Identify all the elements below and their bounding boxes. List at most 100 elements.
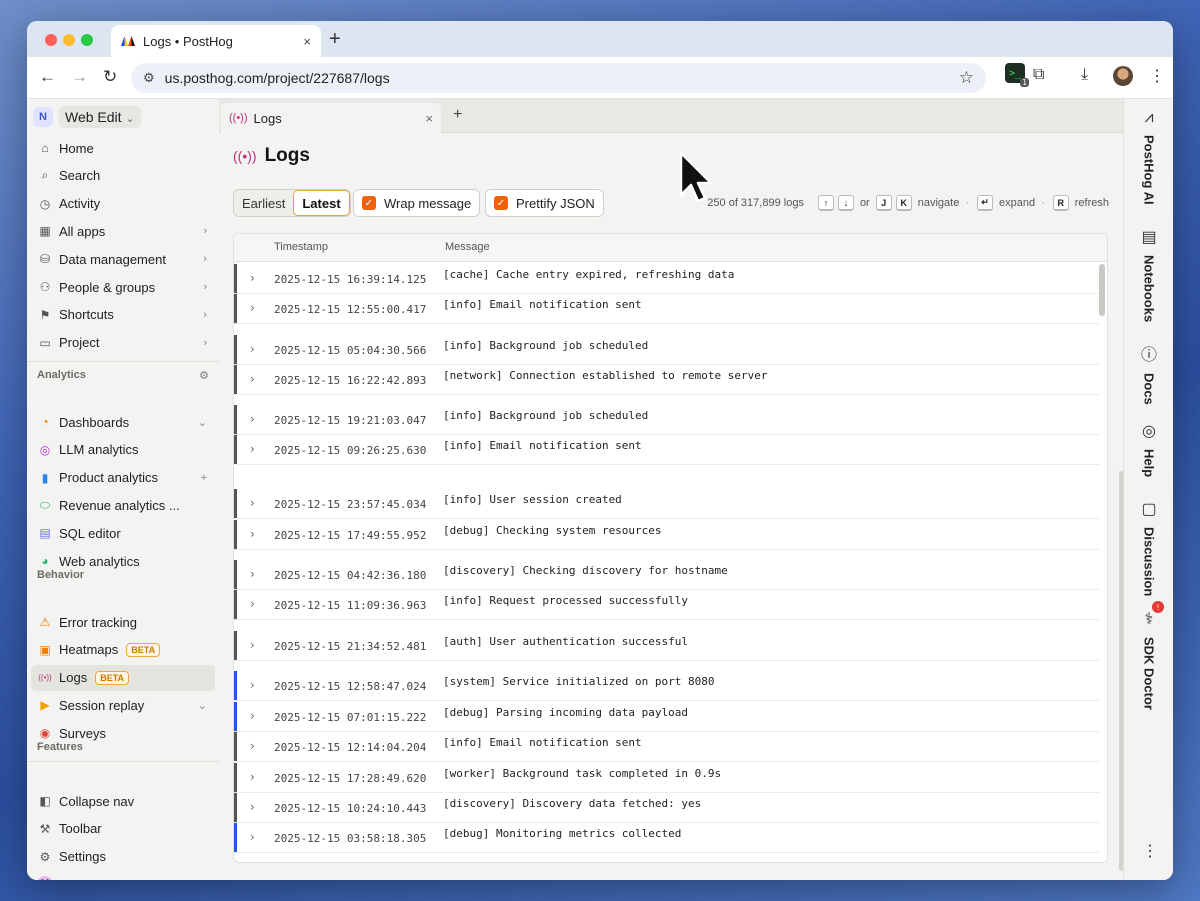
site-settings-icon[interactable]: ⚙ xyxy=(143,70,155,86)
scene-tab-close-icon[interactable]: × xyxy=(425,111,433,126)
table-row[interactable]: › 2025-12-15 16:39:14.125 [cache] Cache en… xyxy=(234,264,1100,294)
chevron-icon[interactable]: ⌄ xyxy=(198,699,207,712)
nav-item-matt[interactable]: M Matt › xyxy=(31,871,215,880)
rightbar-item-posthog-ai[interactable]: ⩘ PostHog AI xyxy=(1124,109,1173,205)
reload-button[interactable]: ↻ xyxy=(103,67,117,87)
table-scrollbar[interactable] xyxy=(1099,264,1105,316)
expand-chevron-icon[interactable]: › xyxy=(250,342,255,356)
extensions-puzzle-icon[interactable]: ⧉ xyxy=(1033,66,1044,84)
nav-item-shortcuts[interactable]: ⚑ Shortcuts › xyxy=(31,302,215,328)
expand-chevron-icon[interactable]: › xyxy=(250,301,255,315)
nav-item-settings[interactable]: ⚙ Settings xyxy=(31,844,215,870)
expand-chevron-icon[interactable]: › xyxy=(250,709,255,723)
nav-item-dashboards[interactable]: ◔ Dashboards ⌄ xyxy=(31,409,215,435)
expand-chevron-icon[interactable]: › xyxy=(250,638,255,652)
add-icon[interactable]: + xyxy=(201,472,207,484)
forward-button[interactable]: → xyxy=(71,67,88,87)
table-row[interactable]: › 2025-12-15 19:21:03.047 [info] Backgroun… xyxy=(234,405,1100,435)
browser-tab-close-icon[interactable]: × xyxy=(303,34,311,49)
nav-item-home[interactable]: ⌂ Home xyxy=(31,135,215,161)
nav-item-project[interactable]: ▭ Project › xyxy=(31,330,215,356)
chevron-icon[interactable]: ⌄ xyxy=(198,416,207,429)
nav-item-search[interactable]: ⌕ Search xyxy=(31,163,215,189)
nav-item-people-groups[interactable]: ⚇ People & groups › xyxy=(31,274,215,300)
address-bar[interactable]: ⚙ us.posthog.com/project/227687/logs ☆ xyxy=(131,63,986,93)
nav-item-heatmaps[interactable]: ▣ Heatmaps BETA xyxy=(31,637,215,663)
table-row[interactable]: › 2025-12-15 11:09:36.963 [info] Request p… xyxy=(234,590,1100,620)
browser-menu-icon[interactable]: ⋮ xyxy=(1149,66,1165,86)
more-icon[interactable]: ⋮ xyxy=(1142,841,1158,861)
expand-chevron-icon[interactable]: › xyxy=(250,770,255,784)
table-row[interactable]: › 2025-12-15 07:01:15.222 [debug] Parsing … xyxy=(234,702,1100,732)
profile-avatar[interactable] xyxy=(1113,66,1133,86)
scene-tab-logs[interactable]: ((•)) Logs × xyxy=(221,103,441,133)
rightbar-item-notebooks[interactable]: ▤ Notebooks xyxy=(1124,227,1173,322)
nav-item-activity[interactable]: ◷ Activity xyxy=(31,191,215,217)
nav-item-sql-editor[interactable]: ▤ SQL editor xyxy=(31,520,215,546)
nav-item-data-management[interactable]: ⛁ Data management › xyxy=(31,246,215,272)
chevron-icon[interactable]: › xyxy=(203,337,207,349)
back-button[interactable]: ← xyxy=(39,67,56,87)
chevron-icon[interactable]: › xyxy=(203,253,207,265)
expand-chevron-icon[interactable]: › xyxy=(250,567,255,581)
nav-item-revenue-analytics[interactable]: ⬭ Revenue analytics ... xyxy=(31,492,215,518)
browser-tab-logs[interactable]: Logs • PostHog × xyxy=(111,25,321,57)
expand-chevron-icon[interactable]: › xyxy=(250,678,255,692)
table-row[interactable]: › 2025-12-15 03:58:18.305 [debug] Monitori… xyxy=(234,823,1100,853)
column-header-timestamp[interactable]: Timestamp xyxy=(274,241,328,253)
nav-item-session-replay[interactable]: ▶ Session replay ⌄ xyxy=(31,692,215,718)
zoom-window-button[interactable] xyxy=(81,34,93,46)
table-row[interactable]: › 2025-12-15 04:42:36.180 [discovery] Chec… xyxy=(234,560,1100,590)
table-row[interactable]: › 2025-12-15 05:04:30.566 [info] Backgroun… xyxy=(234,335,1100,365)
expand-chevron-icon[interactable]: › xyxy=(250,800,255,814)
chevron-icon[interactable]: › xyxy=(203,225,207,237)
project-name[interactable]: Web Edit ⌄ xyxy=(59,106,141,128)
expand-chevron-icon[interactable]: › xyxy=(250,830,255,844)
analytics-settings-icon[interactable]: ⚙ xyxy=(199,369,209,382)
expand-chevron-icon[interactable]: › xyxy=(250,739,255,753)
nav-item-collapse-nav[interactable]: ◧ Collapse nav xyxy=(31,788,215,814)
expand-chevron-icon[interactable]: › xyxy=(250,442,255,456)
table-row[interactable]: › 2025-12-15 16:22:42.893 [network] Connec… xyxy=(234,365,1100,395)
nav-item-toolbar[interactable]: ⚒ Toolbar xyxy=(31,816,215,842)
nav-item-product-analytics[interactable]: ▮ Product analytics + xyxy=(31,465,215,491)
nav-item-llm-analytics[interactable]: ◎ LLM analytics xyxy=(31,437,215,463)
table-row[interactable]: › 2025-12-15 12:58:47.024 [system] Service… xyxy=(234,671,1100,701)
chevron-icon[interactable]: › xyxy=(203,309,207,321)
rightbar-item-help[interactable]: ◎ Help xyxy=(1124,421,1173,477)
table-row[interactable]: › 2025-12-15 12:55:00.417 [info] Email not… xyxy=(234,294,1100,324)
expand-chevron-icon[interactable]: › xyxy=(250,597,255,611)
close-window-button[interactable] xyxy=(45,34,57,46)
prettify-json-checkbox[interactable]: ✓ Prettify JSON xyxy=(485,189,604,217)
nav-item-all-apps[interactable]: ▦ All apps › xyxy=(31,218,215,244)
column-header-message[interactable]: Message xyxy=(445,241,490,253)
downloads-icon[interactable]: ⤓ xyxy=(1081,66,1088,84)
project-switcher[interactable]: N Web Edit ⌄ xyxy=(33,105,141,129)
rightbar-item-discussion[interactable]: ▢ Discussion xyxy=(1124,499,1173,596)
rightbar-item-docs[interactable]: ⓘ Docs xyxy=(1124,341,1173,405)
minimize-window-button[interactable] xyxy=(63,34,75,46)
chevron-icon[interactable]: › xyxy=(203,878,207,880)
table-row[interactable]: › 2025-12-15 12:14:04.204 [info] Email not… xyxy=(234,732,1100,762)
expand-chevron-icon[interactable]: › xyxy=(250,372,255,386)
table-row[interactable]: › 2025-12-15 17:49:55.952 [debug] Checking… xyxy=(234,520,1100,550)
expand-chevron-icon[interactable]: › xyxy=(250,527,255,541)
table-row[interactable]: › 2025-12-15 10:24:10.443 [discovery] Disc… xyxy=(234,793,1100,823)
expand-chevron-icon[interactable]: › xyxy=(250,496,255,510)
earliest-button[interactable]: Earliest xyxy=(234,190,293,216)
table-row[interactable]: › 2025-12-15 09:26:25.630 [info] Email not… xyxy=(234,435,1100,465)
rightbar-item-sdk-doctor[interactable]: ⚕! SDK Doctor xyxy=(1124,601,1173,710)
table-row[interactable]: › 2025-12-15 21:34:52.481 [auth] User auth… xyxy=(234,631,1100,661)
new-tab-button[interactable]: + xyxy=(329,28,341,51)
expand-chevron-icon[interactable]: › xyxy=(250,271,255,285)
latest-button[interactable]: Latest xyxy=(293,190,350,216)
bookmark-star-icon[interactable]: ☆ xyxy=(959,68,974,88)
table-row[interactable]: › 2025-12-15 17:28:49.620 [worker] Backgro… xyxy=(234,763,1100,793)
nav-item-error-tracking[interactable]: ⚠ Error tracking xyxy=(31,609,215,635)
nav-item-logs[interactable]: ((•)) Logs BETA xyxy=(31,664,215,691)
expand-chevron-icon[interactable]: › xyxy=(250,412,255,426)
table-row[interactable]: › 2025-12-15 23:57:45.034 [info] User sess… xyxy=(234,489,1100,519)
wrap-message-checkbox[interactable]: ✓ Wrap message xyxy=(353,189,481,217)
new-scene-tab-button[interactable]: + xyxy=(453,106,462,124)
chevron-icon[interactable]: › xyxy=(203,281,207,293)
